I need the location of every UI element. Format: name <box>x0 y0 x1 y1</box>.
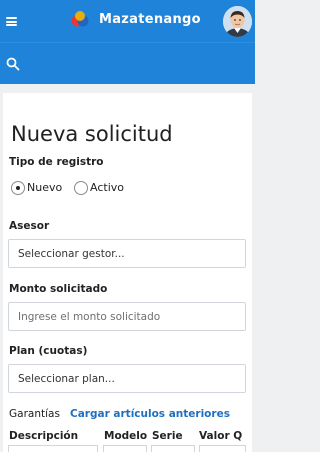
serie-input[interactable] <box>151 445 195 452</box>
app-logo-icon <box>71 11 89 27</box>
tipo-registro-label: Tipo de registro <box>9 156 104 168</box>
asesor-select-value: Seleccionar gestor... <box>18 248 125 260</box>
user-avatar[interactable] <box>223 6 252 37</box>
column-header-modelo: Modelo <box>104 430 148 442</box>
monto-label: Monto solicitado <box>9 283 108 295</box>
monto-input[interactable]: Ingrese el monto solicitado <box>8 302 246 331</box>
valor-input[interactable] <box>199 445 246 452</box>
column-header-descripcion: Descripción <box>9 430 79 442</box>
search-bar[interactable] <box>0 42 255 84</box>
monto-input-placeholder: Ingrese el monto solicitado <box>18 311 161 323</box>
top-app-bar: Mazatenango <box>0 0 255 42</box>
plan-select[interactable]: Seleccionar plan... <box>8 364 246 393</box>
page-title: Nueva solicitud <box>11 122 173 146</box>
hamburger-menu-icon[interactable] <box>6 17 17 26</box>
avatar-face-icon <box>223 6 252 37</box>
radio-activo[interactable] <box>74 181 88 195</box>
search-icon[interactable] <box>6 57 20 71</box>
radio-nuevo-label[interactable]: Nuevo <box>27 181 62 194</box>
descripcion-input[interactable] <box>8 445 98 452</box>
request-form-card: Nueva solicitud Tipo de registro Nuevo A… <box>3 93 252 452</box>
modelo-input[interactable] <box>103 445 147 452</box>
column-header-valor: Valor Q <box>199 430 243 442</box>
plan-select-value: Seleccionar plan... <box>18 373 115 385</box>
cargar-articulos-link[interactable]: Cargar artículos anteriores <box>70 408 230 420</box>
garantias-label: Garantías <box>9 408 60 420</box>
asesor-label: Asesor <box>9 220 50 232</box>
asesor-select[interactable]: Seleccionar gestor... <box>8 239 246 268</box>
radio-nuevo[interactable] <box>11 181 25 195</box>
column-header-serie: Serie <box>152 430 183 442</box>
plan-label: Plan (cuotas) <box>9 345 88 357</box>
radio-activo-label[interactable]: Activo <box>90 181 124 194</box>
app-title: Mazatenango <box>99 12 201 27</box>
